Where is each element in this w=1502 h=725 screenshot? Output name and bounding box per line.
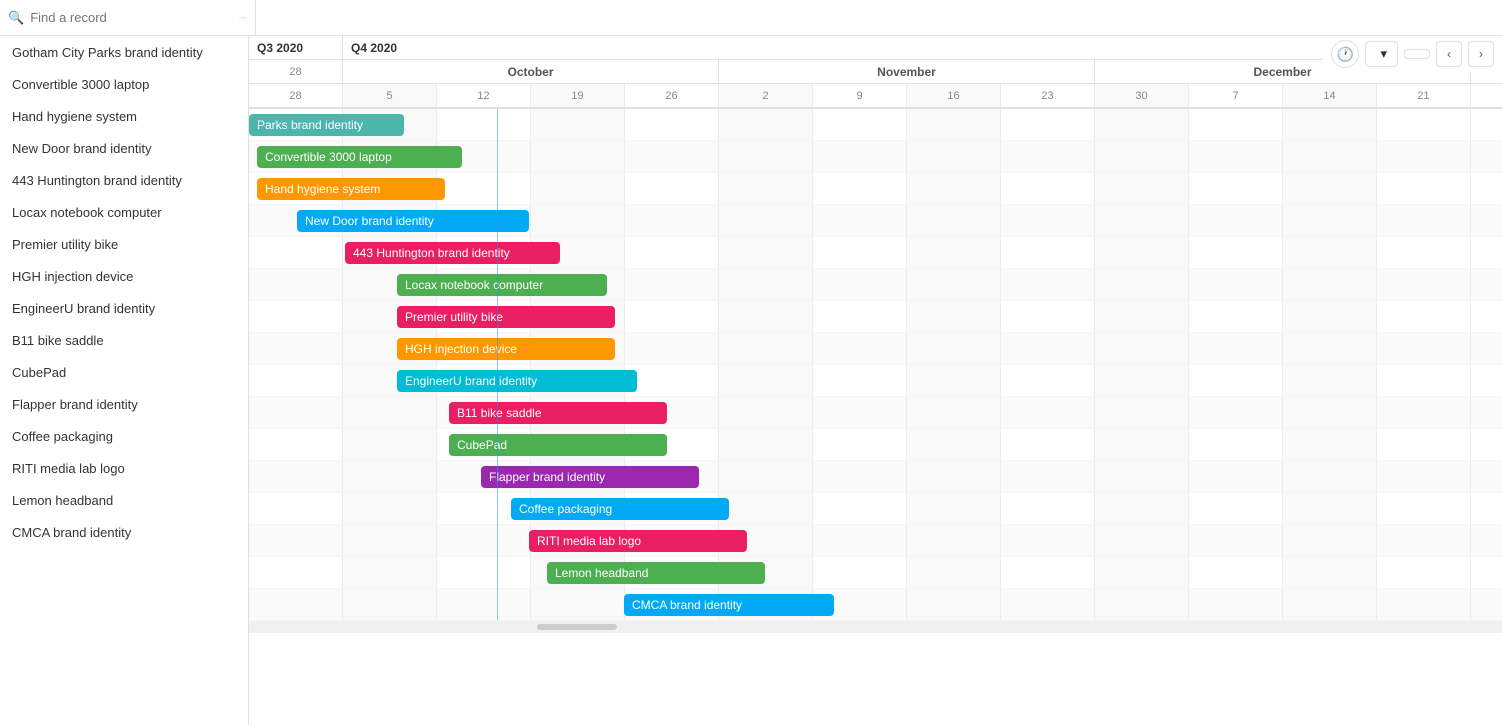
gantt-row: RITI media lab logo [249,525,1502,557]
gantt-row: Convertible 3000 laptop [249,141,1502,173]
sidebar-item[interactable]: Hand hygiene system [0,100,248,132]
gantt-body: Parks brand identity Convertible 3000 lap… [249,109,1502,621]
search-input[interactable] [30,10,190,25]
gantt-bar[interactable]: Locax notebook computer [397,274,607,296]
date-cell: 2 [719,84,813,107]
sidebar-item[interactable]: Gotham City Parks brand identity [0,36,248,68]
sidebar-item[interactable]: CMCA brand identity [0,516,248,548]
month-november: November [719,60,1095,83]
gantt-bar[interactable]: RITI media lab logo [529,530,747,552]
date-cell: 7 [1189,84,1283,107]
gantt-bar[interactable]: HGH injection device [397,338,615,360]
sidebar-item[interactable]: Premier utility bike [0,228,248,260]
sidebar-item[interactable]: New Door brand identity [0,132,248,164]
gantt-row: CMCA brand identity [249,589,1502,621]
q4-label: Q4 2020 [343,36,1471,59]
date-cell: 23 [1001,84,1095,107]
gantt-row: Hand hygiene system [249,173,1502,205]
add-milestone-button[interactable] [296,14,312,22]
gantt-row: Parks brand identity [249,109,1502,141]
date-cell: 26 [625,84,719,107]
sidebar-item[interactable]: Flapper brand identity [0,388,248,420]
gantt-row: New Door brand identity [249,205,1502,237]
sidebar-item[interactable]: B11 bike saddle [0,324,248,356]
scrollbar[interactable] [249,621,1502,633]
gantt-row: EngineerU brand identity [249,365,1502,397]
top-bar: 🔍 [0,0,1502,36]
view-dropdown[interactable]: ▾ [1365,41,1398,67]
gantt-bar[interactable]: Flapper brand identity [481,466,699,488]
gantt-bar[interactable]: Convertible 3000 laptop [257,146,462,168]
date-cell: 28 [249,84,343,107]
gantt-bar[interactable]: 443 Huntington brand identity [345,242,560,264]
gantt-row: Lemon headband [249,557,1502,589]
chevron-down-icon: ▾ [1380,46,1387,62]
sidebar-item[interactable]: Lemon headband [0,484,248,516]
next-button[interactable]: › [1468,41,1494,67]
date-cell: 16 [907,84,1001,107]
month-october: October [343,60,719,83]
date-cell: 14 [1283,84,1377,107]
search-icon: 🔍 [8,10,24,26]
gantt-bar[interactable]: EngineerU brand identity [397,370,637,392]
gantt-bar[interactable]: CubePad [449,434,667,456]
gantt-row: B11 bike saddle [249,397,1502,429]
gantt-row: HGH injection device [249,333,1502,365]
prev-button[interactable]: ‹ [1436,41,1462,67]
q3-label: Q3 2020 [249,36,343,59]
today-button[interactable] [1404,49,1430,59]
gantt-bar[interactable]: Lemon headband [547,562,765,584]
date-cell: 5 [343,84,437,107]
date-cell: 30 [1095,84,1189,107]
date-cell: 21 [1377,84,1471,107]
sidebar: Gotham City Parks brand identityConverti… [0,36,249,725]
sidebar-item[interactable]: CubePad [0,356,248,388]
sidebar-item[interactable]: RITI media lab logo [0,452,248,484]
gantt-row: 443 Huntington brand identity [249,237,1502,269]
scrollbar-thumb [537,624,617,630]
sidebar-item[interactable]: 443 Huntington brand identity [0,164,248,196]
sidebar-item[interactable]: EngineerU brand identity [0,292,248,324]
gantt-row: Locax notebook computer [249,269,1502,301]
add-task-button[interactable] [268,14,284,22]
keyboard-hint [239,17,247,19]
gantt-bar[interactable]: New Door brand identity [297,210,529,232]
main-content: Gotham City Parks brand identityConverti… [0,36,1502,725]
date-cell: 12 [437,84,531,107]
gantt-row: CubePad [249,429,1502,461]
gantt-row: Coffee packaging [249,493,1502,525]
gantt-controls: 🕐 ▾ ‹ › [1323,36,1502,72]
gantt-bar[interactable]: Coffee packaging [511,498,729,520]
date-cell: 9 [813,84,907,107]
gantt-header: Q3 2020Q4 202028OctoberNovemberDecember2… [249,36,1502,109]
sidebar-item[interactable]: Convertible 3000 laptop [0,68,248,100]
gantt-bar[interactable]: Parks brand identity [249,114,404,136]
gantt-row: Premier utility bike [249,301,1502,333]
clock-button[interactable]: 🕐 [1331,40,1359,68]
gantt-bar[interactable]: CMCA brand identity [624,594,834,616]
sidebar-item[interactable]: Coffee packaging [0,420,248,452]
sidebar-item[interactable]: Locax notebook computer [0,196,248,228]
gantt-bar[interactable]: B11 bike saddle [449,402,667,424]
date-cell: 19 [531,84,625,107]
gantt-area[interactable]: 🕐 ▾ ‹ › Q3 2020Q4 202028OctoberNovemberD… [249,36,1502,725]
gantt-bar[interactable]: Hand hygiene system [257,178,445,200]
gantt-row: Flapper brand identity [249,461,1502,493]
sidebar-item[interactable]: HGH injection device [0,260,248,292]
search-area: 🔍 [8,0,256,35]
gantt-bar[interactable]: Premier utility bike [397,306,615,328]
